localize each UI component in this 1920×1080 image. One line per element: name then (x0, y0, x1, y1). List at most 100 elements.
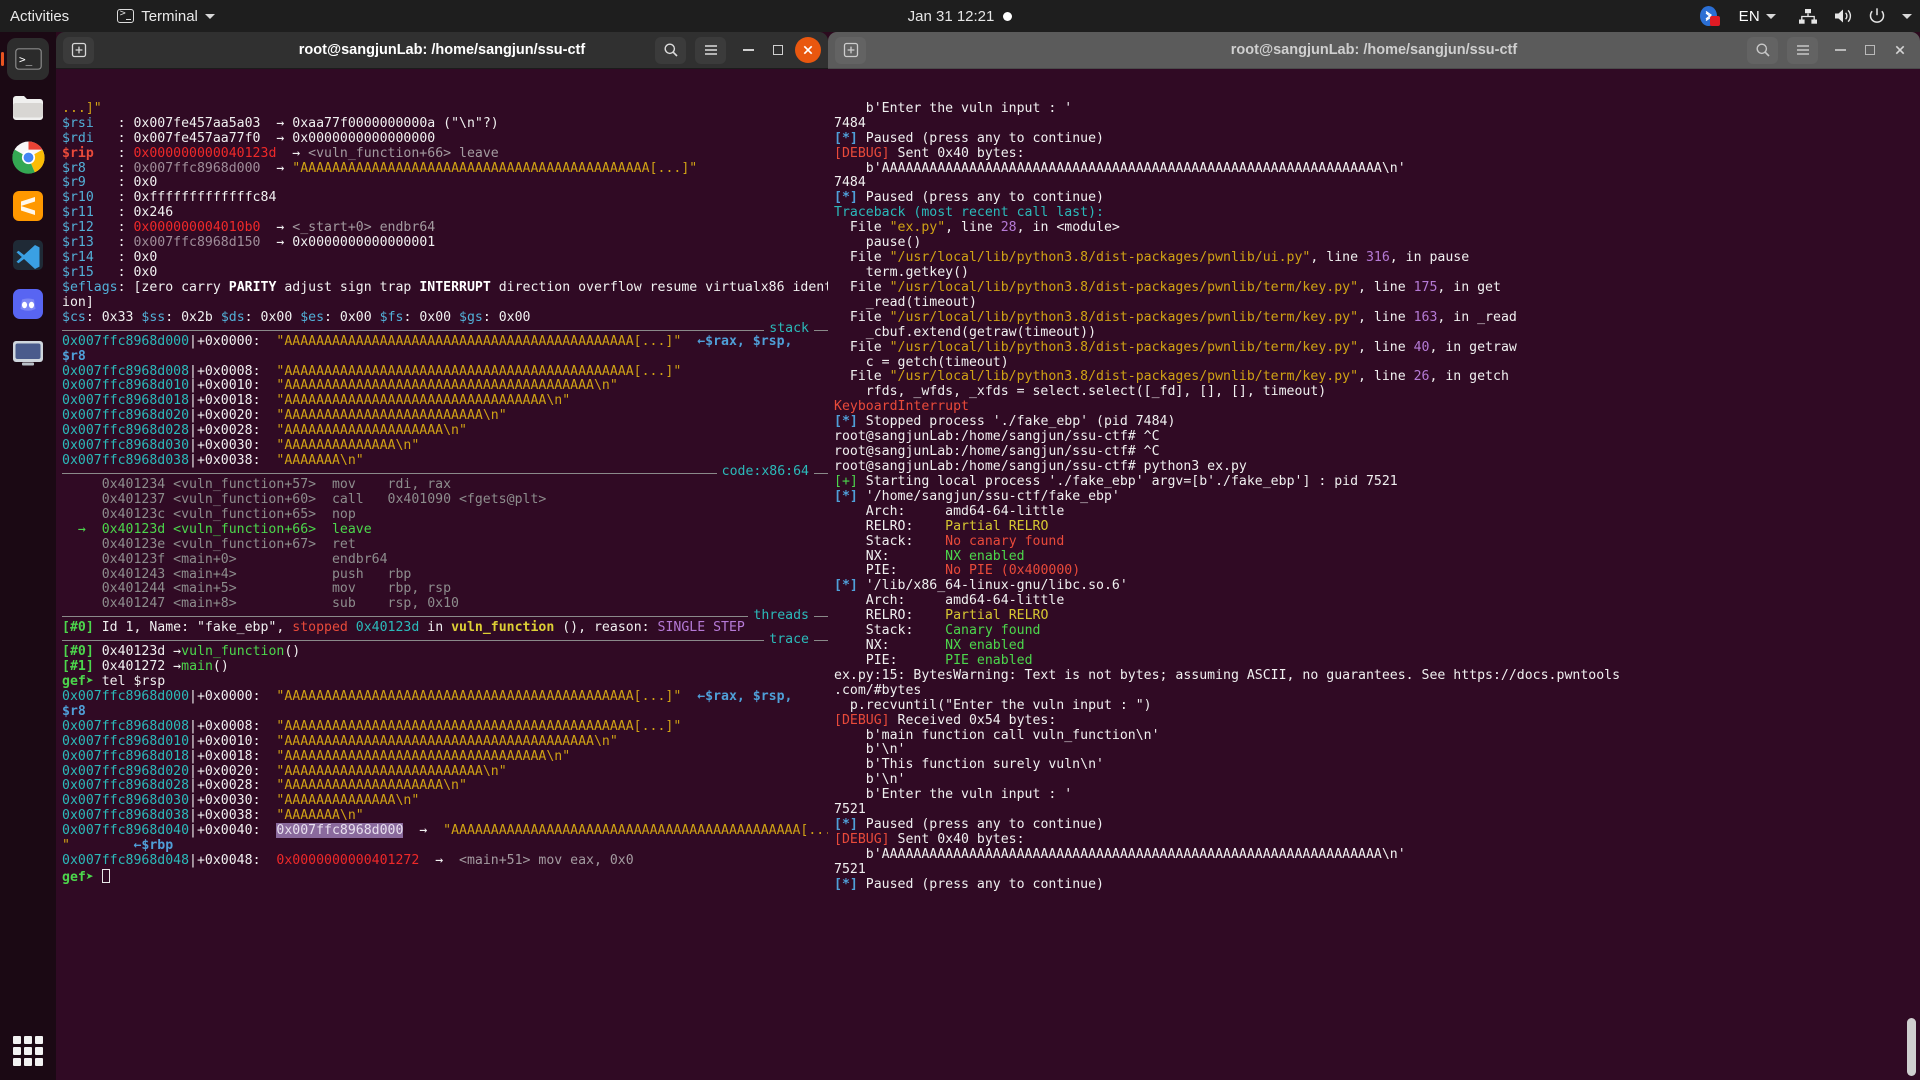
code-row: 0x401244 <main+5> mov rbp, rsp (62, 581, 828, 597)
volume-icon[interactable] (1833, 7, 1853, 25)
code-marker (62, 477, 102, 492)
maximize-button[interactable] (1857, 37, 1883, 63)
terminal-line: Arch: amd64-64-little (834, 593, 1920, 609)
stack-address: 0x007ffc8968d020 (62, 408, 190, 424)
thread-function: vuln_function (451, 620, 555, 636)
thread-text: (), reason: (554, 620, 658, 636)
new-tab-button[interactable] (63, 36, 94, 64)
dock-item-sublime-text[interactable] (7, 185, 49, 227)
tel-offset: |+0x0040: (189, 823, 277, 839)
hamburger-menu-button[interactable] (1787, 36, 1818, 64)
apps-dot (35, 1047, 43, 1055)
eflag-set: PARITY (228, 279, 277, 295)
maximize-button[interactable] (765, 37, 791, 63)
tel-row: 0x007ffc8968d020|+0x0020: "AAAAAAAAAAAAA… (62, 763, 828, 780)
stack-row: 0x007ffc8968d028|+0x0028: "AAAAAAAAAAAAA… (62, 423, 828, 439)
traceback-sep: , line (1358, 279, 1414, 295)
terminal-line: File "/usr/local/lib/python3.8/dist-pack… (834, 369, 1920, 385)
trace-function: main (181, 659, 213, 675)
terminal-output-right[interactable]: b'Enter the vuln input : ' 7484 [*] Paused… (828, 69, 1920, 1080)
minimize-button[interactable] (735, 37, 761, 63)
new-tab-button[interactable] (835, 36, 866, 64)
topbar-left-group: Activities Terminal (0, 0, 225, 32)
dock-item-discord[interactable] (7, 283, 49, 325)
log-text: b'\n' (834, 772, 906, 788)
terminal-line: pause() (834, 235, 1920, 251)
shell-prompt: root@sangjunLab:/home/sangjun/ssu-ctf# (834, 429, 1136, 445)
scrollbar-thumb[interactable] (1907, 1018, 1916, 1076)
register-row: $r14 : 0x0 (62, 250, 828, 266)
code-marker (62, 567, 102, 582)
network-wired-icon[interactable] (1798, 8, 1818, 25)
system-menu-chevron-down-icon[interactable] (1902, 13, 1912, 19)
shell-prompt: root@sangjunLab:/home/sangjun/ssu-ctf# (834, 444, 1136, 460)
trace-id: [#1] (62, 659, 94, 675)
app-menu-terminal[interactable]: Terminal (107, 0, 225, 32)
minimize-button[interactable] (1827, 37, 1853, 63)
code-marker (62, 507, 102, 522)
terminal-line: term.getkey() (834, 265, 1920, 281)
log-text: b'AAAAAAAAAAAAAAAAAAAAAAAAAAAAAAAAAAAAAA… (834, 160, 1406, 176)
dock-item-vscode[interactable] (7, 234, 49, 276)
colon: : (117, 145, 134, 161)
apps-dot (24, 1036, 32, 1044)
log-text: _cbuf.extend(getraw(timeout)) (834, 324, 1097, 340)
status-marker: [*] (834, 488, 858, 504)
dock-item-virtualbox[interactable] (7, 332, 49, 374)
language-indicator[interactable]: EN (1735, 0, 1780, 32)
traceback-keyword: File (834, 220, 890, 236)
terminal-line: rfds, _wfds, _xfds = select.select([_fd]… (834, 384, 1920, 400)
sublime-icon (13, 191, 43, 221)
code-marker (62, 552, 102, 567)
terminal-line: [*] Paused (press any to continue) (834, 877, 1920, 893)
traceback-sep: , line (1310, 250, 1366, 266)
maximize-icon (773, 45, 783, 55)
activities-button[interactable]: Activities (0, 0, 79, 32)
power-icon[interactable] (1868, 7, 1886, 25)
register-value: 0x007ffc8968d000 (133, 160, 261, 176)
tel-value: "AAAAAAAAAAAAAAAAAAAAAAAAA\n" (276, 763, 507, 779)
files-icon (13, 96, 43, 120)
arrow-icon: → (260, 220, 293, 236)
titlebar-right[interactable]: root@sangjunLab: /home/sangjun/ssu-ctf (828, 32, 1920, 69)
titlebar-left[interactable]: root@sangjunLab: /home/sangjun/ssu-ctf (56, 32, 828, 69)
bluetooth-icon[interactable] (1699, 6, 1720, 26)
tel-value: "AAAAAAAAAAAAAAAAAAAAAAAAAAAAAAAAAAAAAAA… (443, 823, 828, 839)
dock-item-terminal[interactable]: >_ (1, 38, 49, 80)
dock-item-chrome[interactable] (7, 136, 49, 178)
log-text: 7521 (834, 861, 866, 877)
close-button[interactable] (795, 37, 821, 63)
clock[interactable]: Jan 31 12:21 (908, 8, 995, 25)
status-marker: [+] (834, 473, 858, 489)
search-icon (1756, 43, 1770, 57)
traceback-lineno: 316 (1365, 250, 1390, 266)
terminal-window-right: root@sangjunLab: /home/sangjun/ssu-ctf b… (828, 32, 1920, 1080)
section-separator: code:x86:64 (62, 465, 828, 481)
scrollbar-track[interactable] (1907, 69, 1918, 1080)
stack-value: "AAAAAAAAAAAAAAAAAAAAAAAAAAAAAAAAAAAAAAA… (276, 333, 682, 349)
arrow-icon: → (276, 145, 309, 161)
hamburger-menu-button[interactable] (695, 36, 726, 64)
dock-item-files[interactable] (7, 87, 49, 129)
threads-row: [#0] Id 1, Name: "fake_ebp", stopped 0x4… (62, 620, 828, 636)
terminal-line: PIE: PIE enabled (834, 653, 1920, 669)
eflags-row: $eflags: [zero carry PARITY adjust sign … (62, 279, 828, 296)
close-button[interactable] (1887, 37, 1913, 63)
log-text: rfds, _wfds, _xfds = select.select([_fd]… (834, 384, 1327, 400)
segment-name: $ds (220, 309, 245, 325)
log-text: b'Enter the vuln input : ' (834, 787, 1073, 803)
terminal-line: b'\n' (834, 772, 1920, 788)
terminal-output-left[interactable]: ...]" $rsi : 0x007fe457aa5a03 → 0xaa77f00… (56, 69, 828, 1080)
register-value: 0x0 (133, 250, 158, 266)
code-operands: rbp (387, 566, 412, 582)
search-button[interactable] (655, 36, 686, 64)
code-row: 0x40123e <vuln_function+67> ret (62, 537, 828, 553)
search-button[interactable] (1747, 36, 1778, 64)
code-instruction: 0x401247 <main+8> sub (101, 596, 388, 612)
show-applications-button[interactable] (13, 1036, 43, 1066)
register-value: 0x007fe457aa5a03 (133, 115, 261, 131)
tel-offset: |+0x0030: (189, 793, 277, 809)
tel-row: 0x007ffc8968d048|+0x0048: 0x000000000040… (62, 853, 828, 869)
